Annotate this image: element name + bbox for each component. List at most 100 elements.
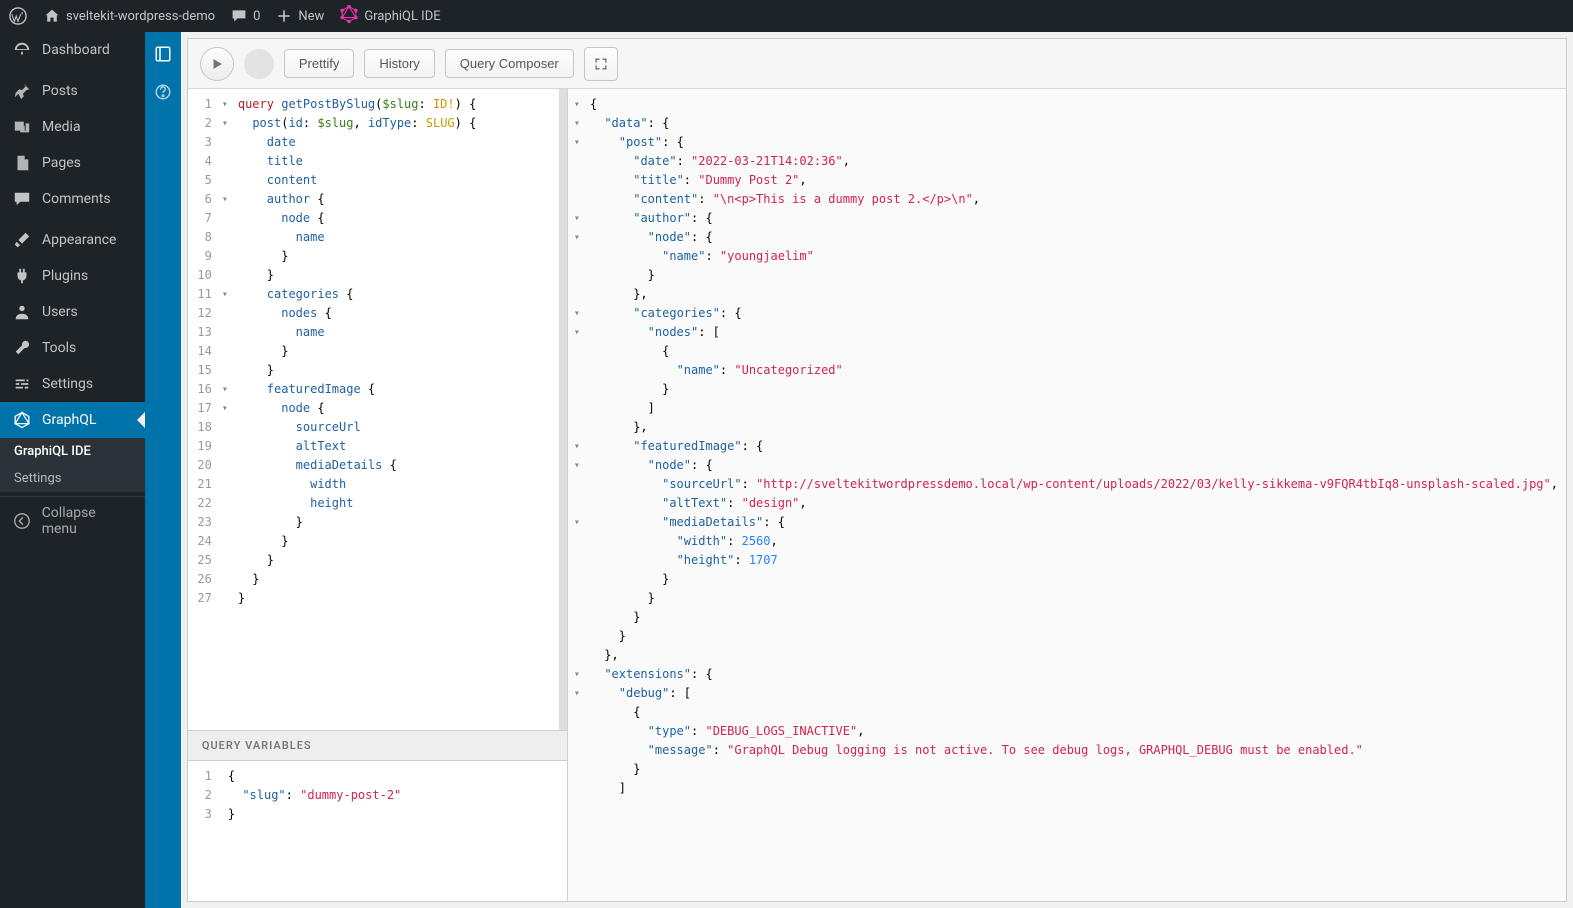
fold-toggle xyxy=(220,437,230,456)
fold-toggle[interactable]: ▾ xyxy=(570,684,580,703)
sidebar-item-label: Dashboard xyxy=(42,42,110,58)
help-icon[interactable] xyxy=(153,82,173,102)
code-line: "width": 2560, xyxy=(590,532,1558,551)
fold-toggle[interactable]: ▾ xyxy=(570,323,580,342)
code-line: } xyxy=(238,513,551,532)
fold-toggle xyxy=(220,532,230,551)
code-line: } xyxy=(238,266,551,285)
query-composer-button[interactable]: Query Composer xyxy=(445,49,574,78)
content-area: Prettify History Query Composer 12345678… xyxy=(145,32,1573,908)
site-name: sveltekit-wordpress-demo xyxy=(66,9,215,24)
code-line: "date": "2022-03-21T14:02:36", xyxy=(590,152,1558,171)
history-button[interactable]: History xyxy=(364,49,434,78)
fold-toggle[interactable]: ▾ xyxy=(570,304,580,323)
comments-icon xyxy=(12,189,32,209)
fold-toggle xyxy=(220,589,230,608)
appearance-icon xyxy=(12,230,32,250)
code-line: "node": { xyxy=(590,456,1558,475)
query-variables-editor[interactable]: 123 { "slug": "dummy-post-2"} xyxy=(188,761,567,901)
line-number: 5 xyxy=(188,171,214,190)
code-line: } xyxy=(590,266,1558,285)
sidebar-item-media[interactable]: Media xyxy=(0,109,145,145)
graphiql-ide-link[interactable]: GraphiQL IDE xyxy=(340,5,440,27)
fold-toggle xyxy=(570,532,580,551)
sidebar-item-graphql[interactable]: GraphQL xyxy=(0,402,145,438)
sidebar-item-pages[interactable]: Pages xyxy=(0,145,145,181)
code-line: title xyxy=(238,152,551,171)
explorer-icon[interactable] xyxy=(153,44,173,64)
sidebar-item-users[interactable]: Users xyxy=(0,294,145,330)
sidebar-item-settings[interactable]: Settings xyxy=(0,366,145,402)
sidebar-item-posts[interactable]: Posts xyxy=(0,73,145,109)
fold-toggle xyxy=(220,209,230,228)
fold-toggle[interactable]: ▾ xyxy=(220,380,230,399)
line-number: 17 xyxy=(188,399,214,418)
line-number: 27 xyxy=(188,589,214,608)
plugins-icon xyxy=(12,266,32,286)
code-line: content xyxy=(238,171,551,190)
line-number: 11 xyxy=(188,285,214,304)
code-line: height xyxy=(238,494,551,513)
prettify-button[interactable]: Prettify xyxy=(284,49,354,78)
fold-toggle[interactable]: ▾ xyxy=(220,95,230,114)
pages-icon xyxy=(12,153,32,173)
code-line: "altText": "design", xyxy=(590,494,1558,513)
fold-toggle xyxy=(570,171,580,190)
fold-toggle[interactable]: ▾ xyxy=(570,437,580,456)
sidebar-item-plugins[interactable]: Plugins xyxy=(0,258,145,294)
query-editor[interactable]: 1234567891011121314151617181920212223242… xyxy=(188,89,567,730)
line-number: 21 xyxy=(188,475,214,494)
fold-toggle xyxy=(220,152,230,171)
sidebar-item-comments[interactable]: Comments xyxy=(0,181,145,217)
graphql-icon xyxy=(12,410,32,430)
fold-toggle xyxy=(220,475,230,494)
fold-toggle[interactable]: ▾ xyxy=(570,95,580,114)
fold-toggle xyxy=(570,285,580,304)
code-line: mediaDetails { xyxy=(238,456,551,475)
fold-toggle[interactable]: ▾ xyxy=(570,665,580,684)
fold-toggle xyxy=(570,152,580,171)
fold-toggle xyxy=(570,779,580,798)
submenu-graphiql-ide[interactable]: GraphiQL IDE xyxy=(0,438,145,465)
code-line: } xyxy=(238,589,551,608)
fold-toggle xyxy=(570,418,580,437)
code-line: "post": { xyxy=(590,133,1558,152)
fullscreen-button[interactable] xyxy=(584,47,618,81)
posts-icon xyxy=(12,81,32,101)
query-scrollbar[interactable] xyxy=(559,89,567,730)
fold-toggle xyxy=(220,513,230,532)
fold-toggle xyxy=(570,475,580,494)
fold-toggle[interactable]: ▾ xyxy=(570,456,580,475)
sidebar-item-label: GraphQL xyxy=(42,412,96,428)
line-number: 22 xyxy=(188,494,214,513)
result-pane: ▾▾▾▾▾▾▾▾▾▾▾▾ { "data": { "post": { "date… xyxy=(568,89,1566,901)
fold-toggle[interactable]: ▾ xyxy=(570,513,580,532)
submenu-graphql-settings[interactable]: Settings xyxy=(0,465,145,492)
fold-toggle[interactable]: ▾ xyxy=(220,399,230,418)
new-content-link[interactable]: New xyxy=(276,8,324,24)
line-number: 18 xyxy=(188,418,214,437)
result-viewer[interactable]: ▾▾▾▾▾▾▾▾▾▾▾▾ { "data": { "post": { "date… xyxy=(568,89,1566,804)
line-number: 1 xyxy=(188,767,214,786)
fold-toggle[interactable]: ▾ xyxy=(570,209,580,228)
fold-toggle xyxy=(570,266,580,285)
fold-toggle[interactable]: ▾ xyxy=(220,285,230,304)
sidebar-item-tools[interactable]: Tools xyxy=(0,330,145,366)
wp-logo-icon[interactable] xyxy=(8,6,28,26)
fold-toggle[interactable]: ▾ xyxy=(570,133,580,152)
code-line: "sourceUrl": "http://sveltekitwordpressd… xyxy=(590,475,1558,494)
query-variables-header[interactable]: QUERY VARIABLES xyxy=(188,730,567,761)
site-name-link[interactable]: sveltekit-wordpress-demo xyxy=(44,8,215,24)
sidebar-item-dashboard[interactable]: Dashboard xyxy=(0,32,145,68)
execute-button[interactable] xyxy=(200,47,234,81)
sidebar-item-appearance[interactable]: Appearance xyxy=(0,222,145,258)
code-line: { xyxy=(228,767,559,786)
fold-toggle[interactable]: ▾ xyxy=(570,114,580,133)
sidebar-item-label: Tools xyxy=(42,340,76,356)
comments-link[interactable]: 0 xyxy=(231,8,260,24)
code-line: }, xyxy=(590,285,1558,304)
fold-toggle[interactable]: ▾ xyxy=(220,190,230,209)
fold-toggle[interactable]: ▾ xyxy=(220,114,230,133)
fold-toggle[interactable]: ▾ xyxy=(570,228,580,247)
collapse-menu-button[interactable]: Collapse menu xyxy=(0,496,145,545)
